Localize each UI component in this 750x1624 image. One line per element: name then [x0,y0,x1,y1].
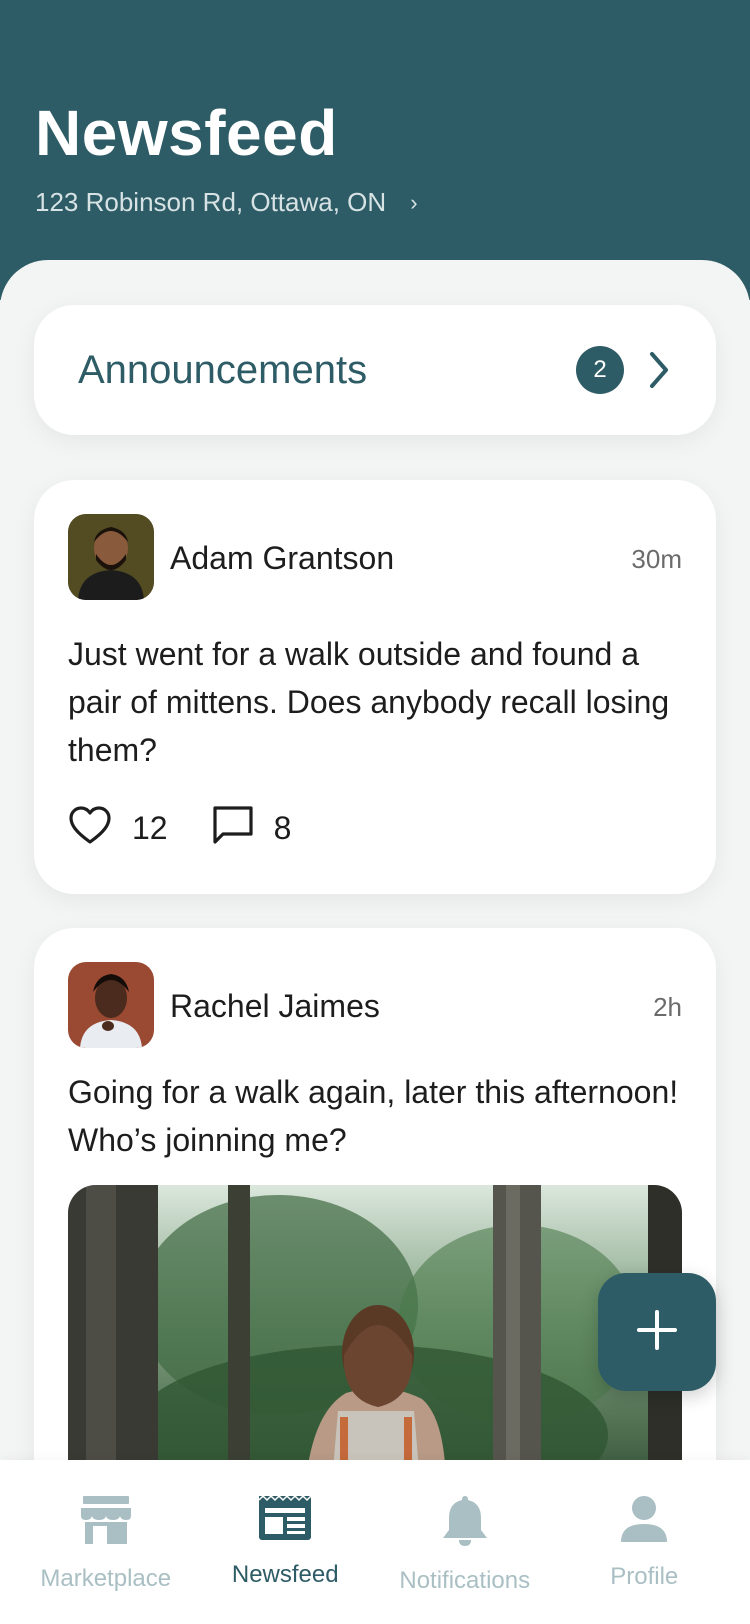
announcements-card[interactable]: Announcements 2 [34,305,716,435]
nav-label-newsfeed: Newsfeed [231,1561,339,1588]
post-actions: 12 8 [68,805,335,852]
plus-icon [637,1309,677,1355]
bell-icon [441,1494,489,1553]
like-count: 12 [132,810,168,846]
post-text: Going for a walk again, later this after… [68,1074,679,1158]
post-text: Just went for a walk outside and found a… [68,636,670,768]
post-image[interactable] [68,1185,682,1505]
nav-item-notifications[interactable]: Notifications [380,1460,550,1624]
nav-item-newsfeed[interactable]: Newsfeed [200,1460,370,1624]
address-text: 123 Robinson Rd, Ottawa, ON [35,187,387,217]
person-icon [619,1494,669,1549]
chevron-right-icon [646,350,672,390]
nav-label-notifications: Notifications [399,1567,531,1594]
comment-icon [212,805,254,852]
nav-item-profile[interactable]: Profile [559,1460,729,1624]
post-time: 2h [653,992,682,1022]
comment-button[interactable]: 8 [212,805,292,852]
page-title: Newsfeed [35,97,338,169]
avatar[interactable] [68,962,154,1048]
newspaper-icon [257,1494,313,1547]
announcements-count-badge: 2 [576,346,624,394]
chevron-right-icon: › [410,189,418,215]
announcements-label: Announcements [78,347,368,392]
header: Newsfeed 123 Robinson Rd, Ottawa, ON › [0,0,750,300]
nav-label-profile: Profile [610,1563,679,1590]
nav-label-marketplace: Marketplace [40,1565,172,1592]
add-post-button[interactable] [598,1273,716,1391]
post-author[interactable]: Adam Grantson [170,540,394,577]
bottom-navigation: Marketplace Newsfeed Notifications Profi… [0,1460,750,1624]
avatar[interactable] [68,514,154,600]
like-button[interactable]: 12 [68,806,168,851]
app-screen: Newsfeed 123 Robinson Rd, Ottawa, ON › A… [0,0,750,1624]
heart-icon [68,806,112,851]
post-time: 30m [631,544,682,574]
post-card[interactable]: Adam Grantson 30m Just went for a walk o… [34,480,716,894]
comment-count: 8 [273,810,292,846]
post-author[interactable]: Rachel Jaimes [170,988,380,1025]
address-selector[interactable]: 123 Robinson Rd, Ottawa, ON › [35,187,418,218]
nav-item-marketplace[interactable]: Marketplace [21,1460,191,1624]
store-icon [79,1494,133,1551]
